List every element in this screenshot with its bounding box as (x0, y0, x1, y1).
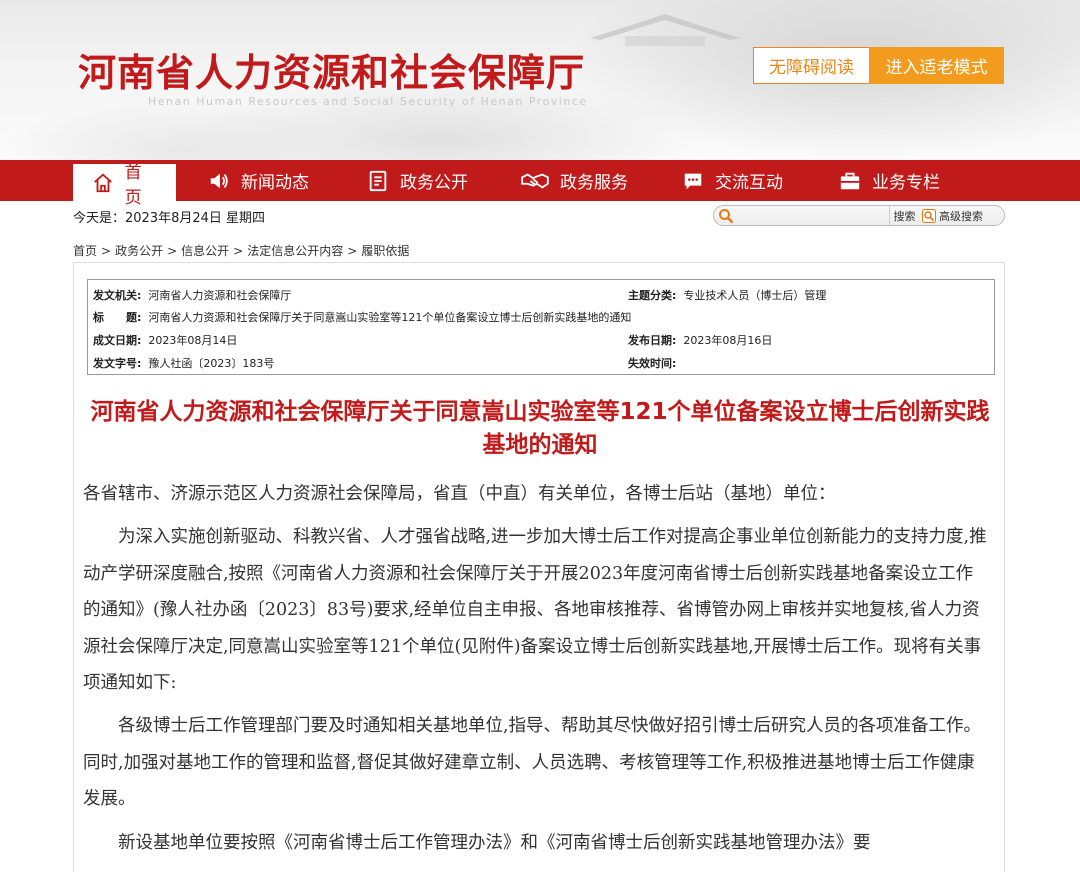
handshake-icon (520, 169, 550, 193)
meta-expire: 失效时间: (628, 355, 683, 371)
advanced-search-icon (922, 208, 936, 223)
meta-issuer: 发文机关: 河南省人力资源和社会保障厅 (93, 287, 291, 303)
meta-doc-no-label: 发文字号: (93, 357, 142, 370)
breadcrumb-gov-open[interactable]: 政务公开 (115, 244, 163, 258)
meta-created-label: 成文日期: (93, 334, 142, 347)
briefcase-icon (838, 169, 862, 193)
meta-created: 成文日期: 2023年08月14日 (93, 332, 237, 348)
advanced-search-label: 高级搜索 (939, 209, 983, 223)
today-date: 今天是：2023年8月24日 星期四 (73, 211, 266, 226)
elder-mode-button[interactable]: 进入适老模式 (869, 47, 1004, 84)
document-icon (366, 169, 390, 193)
home-icon (91, 171, 115, 195)
breadcrumb-home[interactable]: 首页 (73, 244, 97, 258)
nav-item-label: 首页 (124, 162, 142, 208)
meta-topic-label: 主题分类: (628, 289, 677, 302)
article-paragraph: 新设基地单位要按照《河南省博士后工作管理办法》和《河南省博士后创新实践基地管理办… (118, 832, 871, 853)
meta-issuer-label: 发文机关: (93, 289, 142, 302)
nav-item-label: 政务公开 (400, 173, 468, 193)
breadcrumb-separator: > (101, 244, 112, 258)
nav-item-business[interactable]: 业务专栏 (838, 160, 940, 201)
pavilion-illustration (590, 14, 740, 46)
search-input[interactable] (738, 208, 898, 223)
speaker-icon (207, 169, 231, 193)
meta-title-label: 标 题: (93, 311, 142, 324)
chat-icon (681, 169, 705, 193)
nav-item-gov-service[interactable]: 政务服务 (520, 160, 628, 201)
meta-published-value: 2023年08月16日 (683, 334, 773, 347)
breadcrumb-separator: > (347, 244, 358, 258)
meta-title-value: 河南省人力资源和社会保障厅关于同意嵩山实验室等121个单位备案设立博士后创新实践… (148, 311, 632, 324)
nav-item-interaction[interactable]: 交流互动 (681, 160, 783, 201)
meta-doc-no-value: 豫人社函〔2023〕183号 (148, 357, 275, 370)
nav-item-news[interactable]: 新闻动态 (207, 160, 309, 201)
meta-issuer-value: 河南省人力资源和社会保障厅 (148, 289, 292, 302)
site-subtitle: Henan Human Resources and Social Securit… (148, 95, 588, 108)
meta-title: 标 题: 河南省人力资源和社会保障厅关于同意嵩山实验室等121个单位备案设立博士… (93, 309, 631, 325)
nav-item-gov-open[interactable]: 政务公开 (366, 160, 468, 201)
meta-published-label: 发布日期: (628, 334, 677, 347)
main-nav: 首页 新闻动态 政务公开 政务服务 交流互动 业务专栏 (0, 160, 1080, 208)
breadcrumb-duty-basis[interactable]: 履职依据 (361, 244, 409, 258)
meta-published: 发布日期: 2023年08月16日 (628, 332, 772, 348)
advanced-search-button[interactable]: 高级搜索 (922, 206, 983, 225)
article-body: 各省辖市、济源示范区人力资源社会保障局，省直（中直）有关单位，各博士后站（基地）… (83, 476, 988, 861)
meta-created-value: 2023年08月14日 (148, 334, 238, 347)
search-button[interactable]: 搜索 (889, 206, 919, 225)
breadcrumb-info-open[interactable]: 信息公开 (181, 244, 229, 258)
article-salutation: 各省辖市、济源示范区人力资源社会保障局，省直（中直）有关单位，各博士后站（基地）… (83, 484, 836, 504)
breadcrumb-statutory[interactable]: 法定信息公开内容 (247, 244, 343, 258)
nav-item-label: 政务服务 (560, 173, 628, 193)
accessibility-button[interactable]: 无障碍阅读 (753, 47, 870, 84)
article-paragraph: 为深入实施创新驱动、科教兴省、人才强省战略,进一步加大博士后工作对提高企事业单位… (83, 527, 987, 694)
meta-topic-value: 专业技术人员（博士后）管理 (683, 289, 827, 302)
nav-item-home[interactable]: 首页 (73, 163, 176, 208)
breadcrumb-separator: > (167, 244, 178, 258)
nav-item-label: 新闻动态 (241, 173, 309, 193)
site-title: 河南省人力资源和社会保障厅 (78, 50, 586, 95)
search-icon (719, 209, 734, 224)
breadcrumb: 首页 > 政务公开 > 信息公开 > 法定信息公开内容 > 履职依据 (73, 242, 413, 259)
article-title: 河南省人力资源和社会保障厅关于同意嵩山实验室等121个单位备案设立博士后创新实践… (90, 399, 990, 458)
meta-expire-label: 失效时间: (628, 357, 677, 370)
meta-doc-no: 发文字号: 豫人社函〔2023〕183号 (93, 355, 274, 371)
breadcrumb-separator: > (233, 244, 244, 258)
header-banner: 河南省人力资源和社会保障厅 Henan Human Resources and … (0, 0, 1080, 160)
nav-item-label: 交流互动 (715, 173, 783, 193)
nav-item-label: 业务专栏 (872, 173, 940, 193)
meta-topic: 主题分类: 专业技术人员（博士后）管理 (628, 287, 826, 303)
article-paragraph: 各级博士后工作管理部门要及时通知相关基地单位,指导、帮助其尽快做好招引博士后研究… (83, 716, 982, 810)
